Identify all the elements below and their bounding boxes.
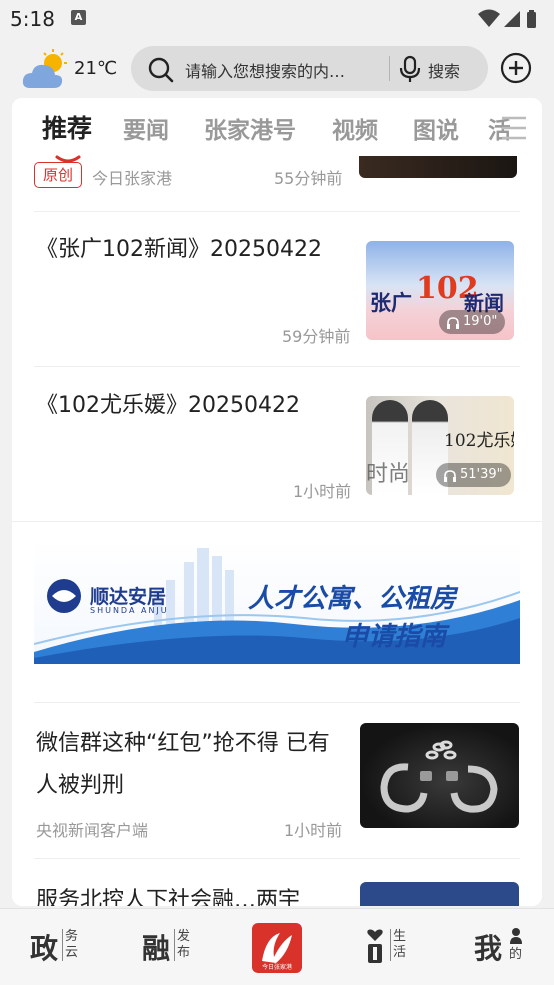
thumb-label: 张广 (370, 291, 412, 315)
news-thumbnail (359, 156, 517, 178)
search-input[interactable]: 请输入您想搜索的内… (185, 58, 345, 82)
duration-text: 19'0" (463, 314, 498, 329)
news-title: 微信群这种“红包”抢不得 已有人被判刑 (36, 731, 330, 798)
search-icon (147, 56, 175, 88)
nav-big-glyph: 我 (474, 932, 503, 965)
news-time: 55分钟前 (274, 169, 343, 188)
search-bar[interactable]: 请输入您想搜索的内… 搜索 (131, 46, 488, 91)
battery-icon (527, 12, 536, 28)
divider (12, 521, 542, 522)
headphones-icon (443, 468, 457, 492)
list-item[interactable]: 原创 今日张家港 55分钟前 (12, 156, 542, 211)
tab-video[interactable]: 视频 (332, 111, 378, 145)
menu-icon[interactable] (500, 114, 528, 146)
search-button[interactable]: 搜索 (428, 58, 460, 82)
news-time: 1小时前 (293, 482, 352, 501)
news-thumbnail (360, 723, 519, 828)
active-tab-indicator (55, 148, 81, 167)
weather-cloudy-sun-icon[interactable] (20, 48, 70, 94)
nav-label: 发布 (174, 929, 190, 961)
news-thumbnail: 102尤乐媛 时尚 51'39" (366, 396, 514, 495)
tab-recommend[interactable]: 推荐 (42, 109, 92, 145)
banner-logo: 顺达安居 (90, 586, 167, 608)
nav-label: 务云 (62, 929, 78, 961)
handcuffs-image (380, 740, 498, 813)
banner-subtitle: 申请指南 (342, 622, 447, 652)
news-thumbnail: 张广 102 新闻 19'0" (366, 241, 514, 340)
tab-photo[interactable]: 图说 (413, 111, 459, 145)
nav-life[interactable]: 生活 (366, 925, 426, 969)
news-title: 《张广102新闻》20250422 (36, 237, 322, 262)
tab-headlines[interactable]: 要闻 (123, 111, 169, 145)
wifi-icon (478, 9, 500, 27)
status-bar: 5:18 A (0, 0, 554, 38)
banner-logo-sub: SHUNDA ANJU (90, 606, 169, 615)
list-item[interactable]: 《张广102新闻》20250422 59分钟前 张广 102 新闻 19'0" (12, 211, 542, 366)
thumb-label: 时尚 (366, 462, 411, 487)
notification-icon: A (71, 10, 86, 25)
headphones-icon (446, 315, 460, 339)
news-source: 今日张家港 (92, 169, 173, 188)
nav-release[interactable]: 融 发布 (142, 925, 202, 969)
promo-banner[interactable]: 顺达安居 SHUNDA ANJU 人才公寓、公租房 申请指南 (34, 540, 520, 664)
app-logo-text: 今日张家港 (261, 964, 292, 971)
life-icon (366, 929, 384, 967)
top-header: 21℃ 请输入您想搜索的内… 搜索 (0, 38, 554, 98)
microphone-icon[interactable] (397, 55, 423, 87)
search-divider (389, 56, 390, 81)
news-title: 《102尤乐媛》20250422 (36, 393, 300, 418)
status-time: 5:18 (10, 7, 55, 31)
tab-zjg-account[interactable]: 张家港号 (204, 111, 296, 145)
news-time: 59分钟前 (282, 327, 351, 346)
nav-label: 生活 (390, 929, 406, 961)
thumb-label: 102尤乐媛 (444, 431, 514, 451)
nav-label: 的 (509, 947, 523, 962)
divider (34, 858, 520, 859)
news-title: 服务北控人下社会融…两宇 (36, 888, 301, 906)
list-item[interactable]: 微信群这种“红包”抢不得 已有人被判刑 央视新闻客户端 1小时前 (12, 703, 542, 858)
nav-big-glyph: 融 (142, 932, 171, 965)
list-item[interactable]: 《102尤乐媛》20250422 1小时前 102尤乐媛 时尚 51'39" (12, 366, 542, 521)
channel-tabs: 推荐 要闻 张家港号 视频 图说 活 (12, 98, 542, 163)
audio-duration-badge: 19'0" (439, 310, 506, 334)
signal-icon (504, 11, 520, 27)
user-icon (509, 927, 523, 949)
news-thumbnail (360, 882, 519, 906)
add-channel-icon[interactable] (500, 52, 532, 88)
home-logo-button[interactable]: 今日张家港 (252, 923, 302, 973)
nav-mine[interactable]: 我 的 (474, 925, 534, 969)
banner-title: 人才公寓、公租房 (248, 584, 457, 614)
temperature-label: 21℃ (74, 58, 118, 79)
nav-big-glyph: 政 (30, 932, 59, 965)
news-source: 央视新闻客户端 (36, 821, 149, 840)
list-item[interactable]: 服务北控人下社会融…两宇 (12, 874, 542, 906)
news-time: 1小时前 (284, 821, 343, 840)
bottom-nav: 政 务云 融 发布 今日张家港 生活 我 的 (0, 908, 554, 985)
nav-government[interactable]: 政 务云 (30, 925, 90, 969)
duration-text: 51'39" (460, 467, 503, 482)
status-icons (476, 8, 540, 34)
audio-duration-badge: 51'39" (436, 463, 511, 487)
feed-card: 推荐 要闻 张家港号 视频 图说 活 原创 今日张家港 55分钟前 《张广102… (12, 98, 542, 906)
